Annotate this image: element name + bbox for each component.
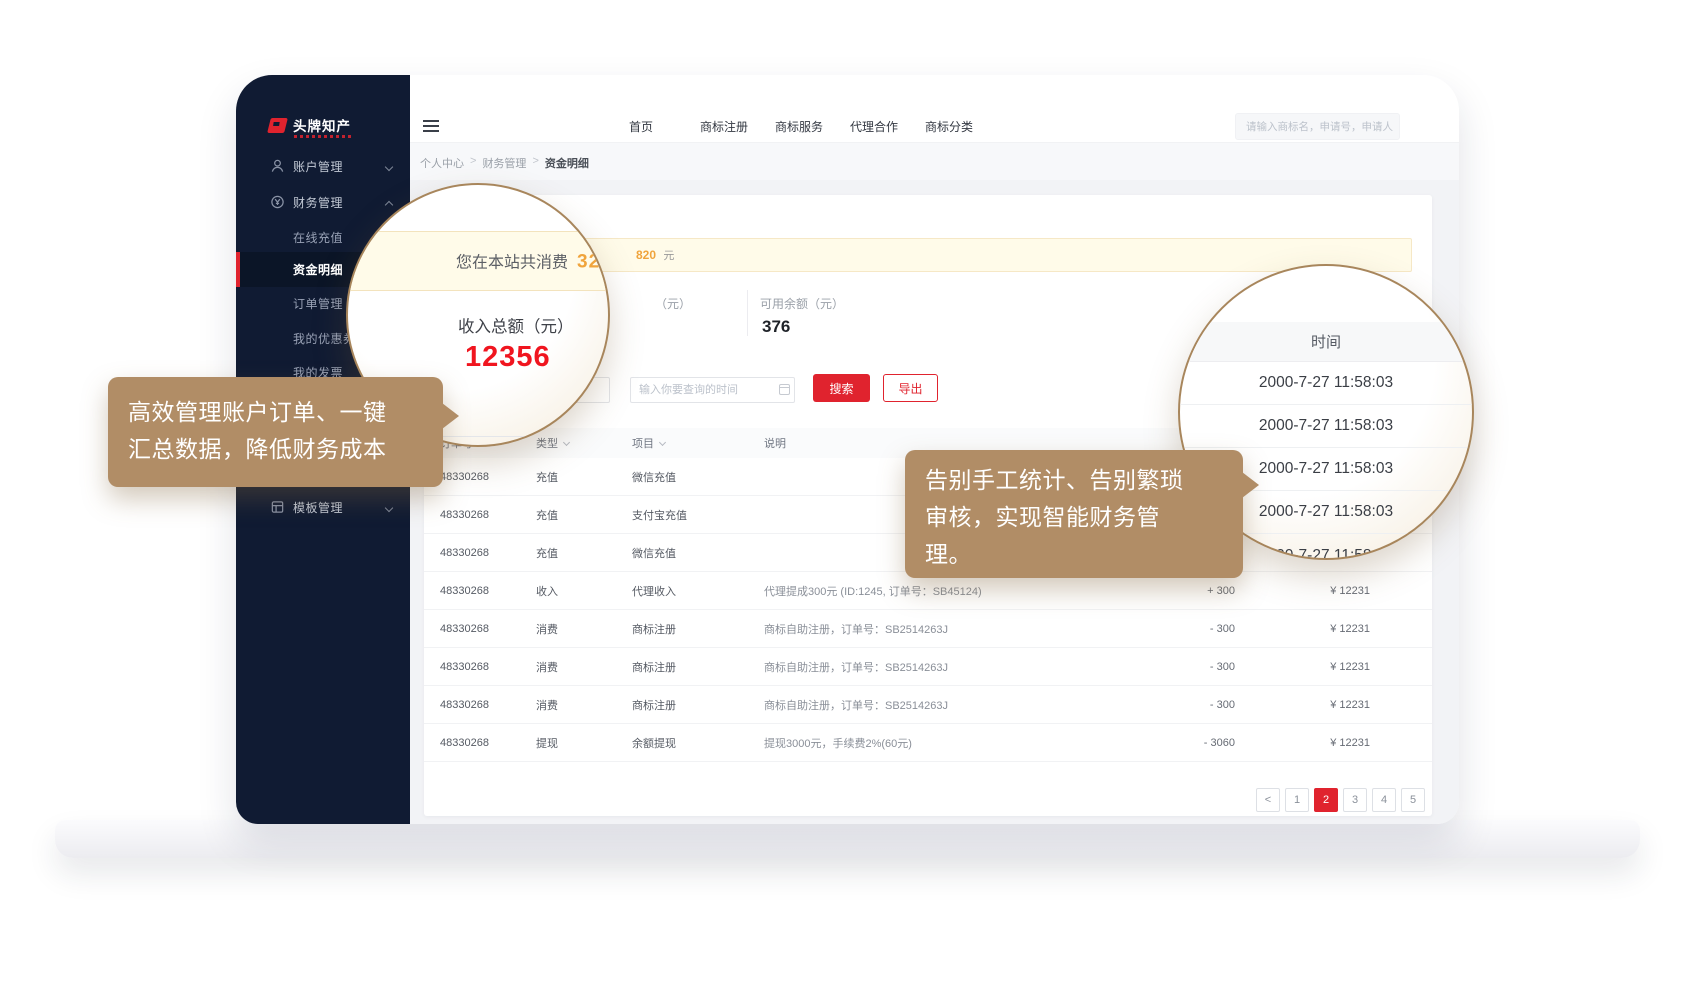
balance-label: 可用余额（元） [760, 295, 844, 312]
top-nav: 首页 商标注册 商标服务 代理合作 商标分类 [410, 75, 1459, 142]
page-button-2-active[interactable]: 2 [1314, 788, 1338, 812]
nav-item-home[interactable]: 首页 [629, 118, 653, 135]
table-row: 48330268消费商标注册 商标自助注册，订单号：SB2514263J- 30… [424, 686, 1432, 724]
time-cell: 2000-7-27 11:58:03 [1180, 362, 1472, 405]
nav-item-trademark-register[interactable]: 商标注册 [700, 118, 748, 135]
sidebar-item-finance[interactable]: 财务管理 [236, 187, 410, 217]
page-button-3[interactable]: 3 [1343, 788, 1367, 812]
callout-right-line3: 理。 [925, 536, 1243, 573]
export-button[interactable]: 导出 [883, 374, 938, 402]
search-button[interactable]: 搜索 [813, 374, 870, 402]
page: 头牌知产 账户管理 财务管理 在线充值 [0, 0, 1696, 1002]
stats-divider [747, 290, 748, 336]
template-icon [270, 500, 285, 515]
expense-label-fragment: （元） [655, 295, 691, 312]
callout-arrow-icon [442, 403, 459, 429]
magnified-banner: 您在本站共消费 32124 大 [346, 231, 610, 291]
user-icon [270, 159, 285, 174]
nav-item-trademark-category[interactable]: 商标分类 [925, 118, 973, 135]
chevron-up-icon [385, 201, 393, 209]
time-cell: 2000-7-27 11:58:03 [1180, 405, 1472, 448]
page-button-5[interactable]: 5 [1401, 788, 1425, 812]
calendar-icon[interactable] [779, 384, 790, 395]
nav-item-trademark-service[interactable]: 商标服务 [775, 118, 823, 135]
callout-arrow-icon [1242, 472, 1259, 498]
breadcrumb-band: 个人中心 > 财务管理 > 资金明细 [410, 142, 1459, 180]
balance-value: 376 [762, 317, 790, 337]
col-project[interactable]: 项目 [632, 435, 764, 451]
global-search-input[interactable] [1235, 113, 1400, 140]
banner-tail-amount: 820 [636, 248, 656, 262]
page-prev-button[interactable]: < [1256, 788, 1280, 812]
laptop-base [55, 820, 1640, 858]
table-row: 48330268消费商标注册 商标自助注册，订单号：SB2514263J- 30… [424, 648, 1432, 686]
sort-caret-icon [659, 439, 666, 446]
finance-icon [270, 195, 285, 210]
callout-left-line1: 高效管理账户订单、一键 [128, 394, 443, 431]
crumb-fund-details: 资金明细 [545, 155, 589, 171]
banner-amount: 32124 [577, 252, 610, 274]
sidebar-item-templates[interactable]: 模板管理 [236, 492, 410, 522]
crumb-personal-center[interactable]: 个人中心 [420, 155, 464, 171]
callout-left-line2: 汇总数据，降低财务成本 [128, 431, 443, 468]
callout-right-line1: 告别手工统计、告别繁琐 [925, 462, 1243, 499]
callout-left: 高效管理账户订单、一键 汇总数据，降低财务成本 [108, 377, 443, 487]
banner-unit: 元 [663, 250, 674, 262]
income-label: 收入总额（元） [458, 313, 574, 337]
table-row: 48330268提现余额提现 提现3000元，手续费2%(60元)- 3060 … [424, 724, 1432, 762]
logo-caption [294, 135, 352, 138]
income-value: 12356 [465, 341, 551, 374]
hamburger-icon[interactable] [423, 120, 439, 132]
table-row: 48330268消费商标注册 商标自助注册，订单号：SB2514263J- 30… [424, 610, 1432, 648]
callout-right-line2: 审核，实现智能财务管 [925, 499, 1243, 536]
banner-tail: 820 元 [636, 247, 674, 263]
logo[interactable]: 头牌知产 [269, 115, 351, 135]
logo-text: 头牌知产 [293, 115, 351, 135]
col-desc: 说明 [764, 435, 1124, 451]
time-input[interactable] [630, 377, 795, 403]
sidebar-item-account[interactable]: 账户管理 [236, 151, 410, 181]
chevron-down-icon [385, 504, 393, 512]
crumb-finance[interactable]: 财务管理 [482, 155, 526, 171]
callout-right: 告别手工统计、告别繁琐 审核，实现智能财务管 理。 [905, 450, 1243, 578]
breadcrumb-separator: > [532, 155, 538, 171]
breadcrumb: 个人中心 > 财务管理 > 资金明细 [420, 155, 589, 171]
time-column-header: 时间 [1180, 322, 1472, 362]
breadcrumb-separator: > [470, 155, 476, 171]
nav-item-agency[interactable]: 代理合作 [850, 118, 898, 135]
active-indicator [236, 252, 240, 287]
banner-prefix: 您在本站共消费 [456, 249, 568, 273]
page-button-1[interactable]: 1 [1285, 788, 1309, 812]
pagination: < 1 2 3 4 5 [1256, 788, 1425, 812]
chevron-down-icon [385, 163, 393, 171]
logo-icon [267, 118, 288, 133]
page-button-4[interactable]: 4 [1372, 788, 1396, 812]
